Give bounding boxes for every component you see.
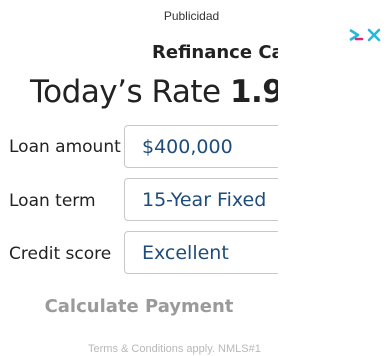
ad-headline: Refinance Calc [152, 42, 278, 63]
rate-prefix: Today’s Rate [30, 74, 230, 110]
calculate-payment-button[interactable]: Calculate Payment [0, 296, 278, 317]
ad-banner[interactable]: Refinance Calc Today’s Rate 1.99% Loan a… [0, 36, 278, 356]
credit-score-value: Excellent [142, 241, 229, 264]
loan-amount-value: $400,000 [142, 135, 233, 158]
credit-score-select[interactable]: Excellent [124, 231, 278, 274]
terms-text: Terms & Conditions apply. NMLS#1 [88, 343, 261, 355]
loan-term-select[interactable]: 15-Year Fixed [124, 178, 278, 221]
loan-amount-label: Loan amount [9, 137, 121, 157]
loan-term-label: Loan term [9, 191, 96, 211]
loan-amount-field[interactable]: $400,000 [124, 125, 278, 168]
rate-value: 1.99% [229, 74, 278, 110]
credit-score-label: Credit score [9, 244, 112, 264]
ad-label: Publicidad [163, 9, 220, 23]
loan-term-value: 15-Year Fixed [142, 188, 267, 211]
adchoices-icon[interactable] [348, 27, 364, 48]
close-icon[interactable] [367, 28, 381, 47]
rate-line: Today’s Rate 1.99% [30, 74, 278, 110]
ad-close-control[interactable] [348, 27, 388, 47]
